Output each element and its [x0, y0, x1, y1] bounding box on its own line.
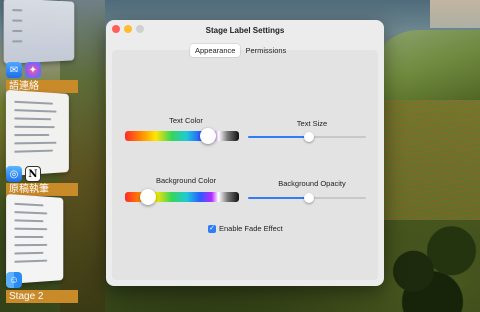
settings-panel: Text Color Text Size Background Color Ba… — [112, 50, 378, 280]
tab-appearance[interactable]: Appearance — [190, 44, 241, 57]
text-color-slider[interactable] — [125, 131, 239, 141]
stage-thumbnail-3[interactable] — [6, 193, 64, 285]
title-bar[interactable]: Stage Label Settings — [106, 20, 384, 40]
window-controls — [112, 25, 144, 33]
stage-thumbnail-2[interactable] — [5, 89, 69, 177]
background-color-label: Background Color — [155, 176, 217, 185]
window-title: Stage Label Settings — [205, 25, 285, 35]
wallpaper-hills — [380, 30, 480, 100]
background-opacity-knob[interactable] — [304, 193, 314, 203]
mail-icon[interactable]: ✉ — [6, 62, 22, 78]
zoom-button[interactable] — [136, 25, 144, 33]
text-size-knob[interactable] — [304, 132, 314, 142]
settings-window: Stage Label Settings Appearance Permissi… — [106, 20, 384, 286]
text-size-label: Text Size — [296, 119, 328, 128]
background-opacity-slider[interactable] — [248, 193, 366, 203]
finder-icon[interactable]: ☺ — [6, 272, 22, 288]
text-color-label: Text Color — [169, 116, 203, 125]
text-size-fill — [248, 136, 307, 138]
fade-effect-label[interactable]: Enable Fade Effect — [219, 224, 283, 233]
text-color-knob[interactable] — [200, 128, 216, 144]
fade-effect-checkbox[interactable]: ✓ — [208, 224, 216, 233]
wallpaper-sky — [430, 0, 480, 28]
background-opacity-fill — [248, 197, 307, 199]
tab-permissions[interactable]: Permissions — [240, 44, 291, 57]
safari-icon[interactable]: ◎ — [6, 166, 22, 182]
text-size-slider[interactable] — [248, 132, 366, 142]
minimize-button[interactable] — [124, 25, 132, 33]
notion-icon[interactable]: N — [25, 166, 41, 182]
background-opacity-label: Background Opacity — [278, 179, 346, 188]
wallpaper-trees — [385, 210, 480, 312]
stage-thumbnail-1[interactable] — [3, 0, 75, 64]
background-color-knob[interactable] — [140, 189, 156, 205]
wallpaper-vineyard — [380, 100, 480, 220]
close-button[interactable] — [112, 25, 120, 33]
messenger-icon[interactable]: ✦ — [25, 62, 41, 78]
stage-label-3[interactable]: Stage 2 — [6, 290, 78, 303]
fade-effect-row[interactable]: ✓ Enable Fade Effect — [208, 224, 283, 233]
tab-bar: Appearance Permissions — [190, 44, 291, 57]
